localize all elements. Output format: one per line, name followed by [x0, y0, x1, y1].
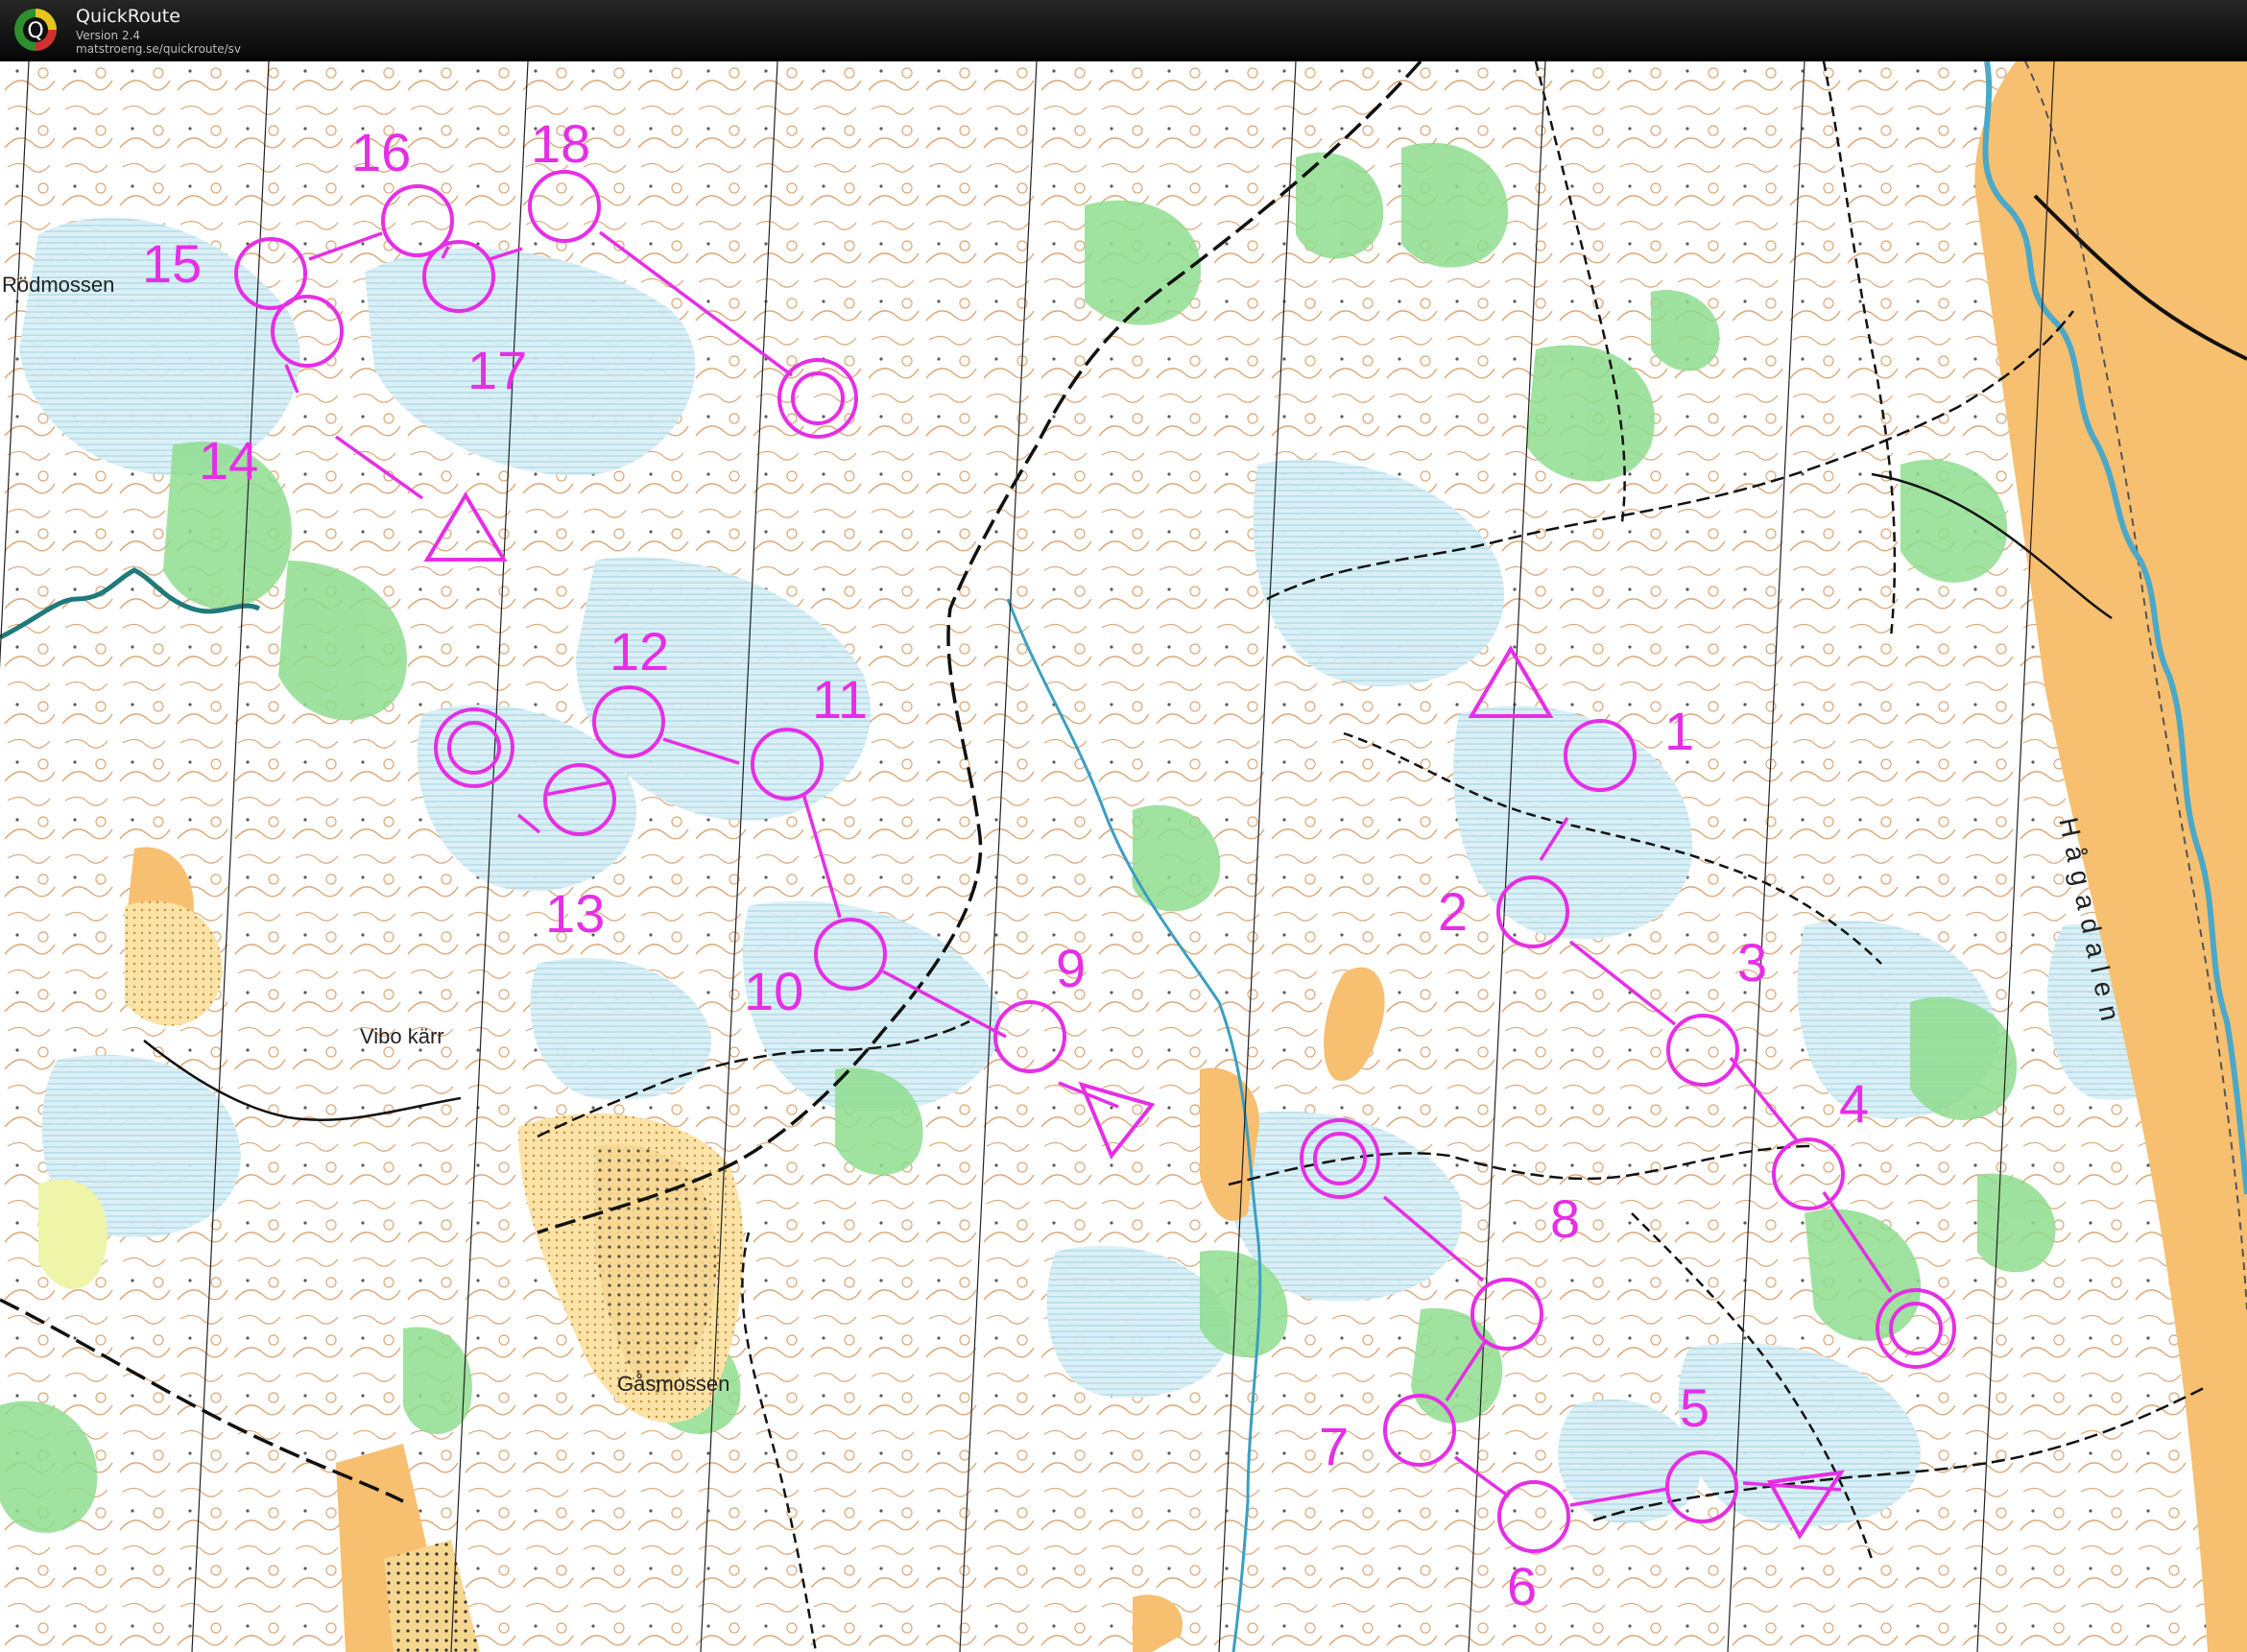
control-number-4: 4 — [1839, 1073, 1869, 1134]
logo-letter: Q — [27, 19, 43, 43]
control-number-16: 16 — [351, 122, 411, 182]
control-number-18: 18 — [531, 113, 590, 174]
control-number-11: 11 — [812, 669, 868, 730]
control-number-13: 13 — [545, 883, 605, 944]
control-number-12: 12 — [610, 621, 669, 682]
control-number-2: 2 — [1438, 881, 1468, 942]
control-number-3: 3 — [1737, 932, 1767, 993]
control-number-14: 14 — [199, 430, 258, 491]
place-name-gasmossen: Gåsmossen — [617, 1372, 729, 1396]
control-number-15: 15 — [142, 233, 202, 294]
title-bar: Q QuickRoute Version 2.4 matstroeng.se/q… — [0, 0, 2247, 61]
control-number-8: 8 — [1550, 1188, 1580, 1249]
control-number-6: 6 — [1507, 1556, 1537, 1616]
orienteering-map[interactable]: Rödmossen Vibo kärr Gåsmossen Hågadalen — [0, 61, 2247, 1652]
control-number-9: 9 — [1056, 938, 1086, 998]
app-title: QuickRoute — [76, 6, 180, 27]
map-svg[interactable]: Rödmossen Vibo kärr Gåsmossen Hågadalen — [0, 61, 2247, 1652]
control-number-7: 7 — [1319, 1416, 1349, 1476]
control-number-5: 5 — [1680, 1377, 1709, 1438]
control-number-17: 17 — [467, 340, 527, 400]
app-version: Version 2.4 — [76, 29, 141, 42]
quickroute-window: Q QuickRoute Version 2.4 matstroeng.se/q… — [0, 0, 2247, 1652]
control-number-10: 10 — [744, 961, 803, 1021]
place-name-rodmossen: Rödmossen — [2, 273, 114, 297]
app-url[interactable]: matstroeng.se/quickroute/sv — [76, 42, 241, 56]
quickroute-logo-icon: Q — [14, 9, 57, 51]
place-name-vibo-karr: Vibo kärr — [360, 1024, 444, 1048]
control-number-1: 1 — [1664, 701, 1694, 761]
